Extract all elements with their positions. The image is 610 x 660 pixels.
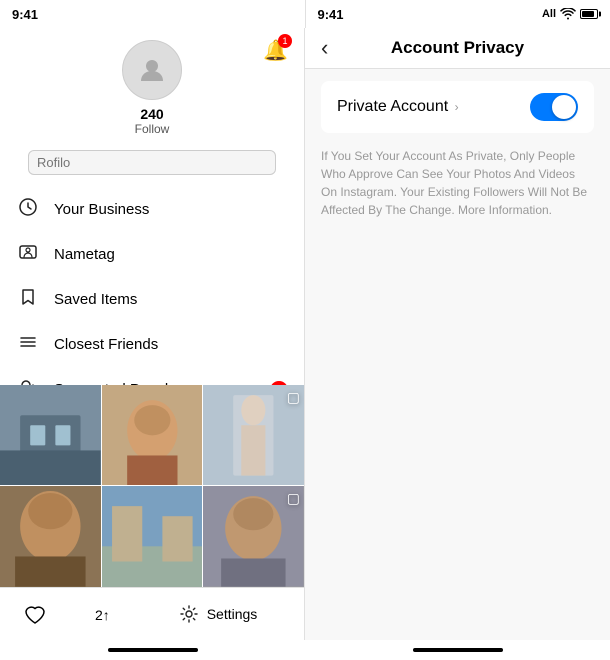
saved-items-label: Saved Items (54, 291, 288, 308)
right-home-bar (413, 648, 503, 652)
nav-item-saved-items[interactable]: Saved Items (0, 277, 304, 322)
nav-item-suggested-people[interactable]: Suggested People 1 (0, 367, 304, 385)
saved-svg-icon (18, 287, 38, 307)
heart-icon (23, 603, 47, 625)
profile-search-input[interactable] (28, 150, 276, 175)
saved-items-icon (16, 287, 40, 312)
activity-tab[interactable]: 2↑ (70, 603, 140, 625)
main-content: 🔔 1 240 Follow (0, 28, 610, 640)
photo-5-img (102, 486, 203, 587)
suggested-svg-icon (18, 377, 38, 385)
right-home-bar-area (305, 640, 610, 660)
nav-item-closest-friends[interactable]: Closest Friends (0, 322, 304, 367)
followers-stat: 240 Follow (135, 106, 170, 136)
toggle-knob (552, 95, 576, 119)
nametag-svg-icon (18, 242, 38, 262)
photo-5[interactable] (102, 486, 203, 587)
photo-2[interactable] (102, 385, 203, 486)
notification-badge: 1 (278, 34, 292, 48)
photo-4-img (0, 486, 101, 587)
profile-area: 🔔 1 240 Follow (0, 28, 304, 144)
like-tab[interactable] (0, 603, 70, 625)
left-time: 9:41 (12, 7, 38, 22)
right-content: Private Account › If You Set Your Accoun… (305, 69, 610, 640)
profile-search-area (0, 144, 304, 183)
status-bars: 9:41 9:41 All (0, 0, 610, 28)
avatar[interactable] (122, 40, 182, 100)
notification-bell[interactable]: 🔔 1 (263, 38, 288, 63)
nametag-icon (16, 242, 40, 267)
private-account-label-group: Private Account › (337, 98, 459, 116)
your-business-label: Your Business (54, 201, 288, 218)
private-account-label: Private Account (337, 98, 448, 115)
nav-item-your-business[interactable]: Your Business (0, 187, 304, 232)
left-home-bar (108, 648, 198, 652)
followers-label: Follow (135, 122, 170, 136)
settings-icon (179, 604, 199, 624)
photo-2-img (102, 385, 203, 486)
nav-item-nametag[interactable]: Nametag (0, 232, 304, 277)
your-business-icon (16, 197, 40, 222)
privacy-description: If You Set Your Account As Private, Only… (321, 143, 594, 219)
photo-1[interactable] (0, 385, 101, 486)
photo-1-img (0, 385, 101, 486)
battery-icon (580, 9, 598, 19)
photo-4[interactable] (0, 486, 101, 587)
profile-stats: 240 Follow (135, 106, 170, 136)
suggested-people-icon (16, 377, 40, 385)
photos-grid: ▢ (0, 385, 304, 587)
photo-6-icon: ▢ (287, 490, 300, 507)
status-bar-left: 9:41 (0, 0, 305, 28)
account-privacy-title: Account Privacy (391, 38, 524, 58)
closest-friends-icon (16, 332, 40, 357)
private-account-chevron: › (455, 100, 459, 114)
left-nav: Your Business Nametag (0, 183, 304, 385)
bottom-tabs-left: 2↑ Settings (0, 587, 304, 640)
activity-icon: 2↑ (93, 603, 117, 625)
svg-text:2↑: 2↑ (95, 607, 110, 623)
left-home-bar-area (0, 640, 305, 660)
private-account-row[interactable]: Private Account › (321, 81, 594, 133)
followers-count: 240 (140, 106, 163, 122)
left-panel: 🔔 1 240 Follow (0, 28, 305, 640)
photo-3-icon: ▢ (287, 389, 300, 406)
photo-3[interactable]: ▢ (203, 385, 304, 486)
settings-nav[interactable]: Settings (140, 596, 304, 632)
business-svg-icon (18, 197, 38, 217)
right-time: 9:41 (318, 7, 344, 22)
nametag-label: Nametag (54, 246, 288, 263)
right-header: ‹ Account Privacy (305, 28, 610, 69)
settings-label: Settings (207, 606, 258, 622)
status-bar-right: 9:41 All (305, 0, 610, 28)
signal-text: All (542, 8, 556, 20)
friends-svg-icon (18, 332, 38, 352)
back-button[interactable]: ‹ (321, 35, 328, 61)
photo-6[interactable]: ▢ (203, 486, 304, 587)
closest-friends-label: Closest Friends (54, 336, 288, 353)
right-panel: ‹ Account Privacy Private Account › If Y… (305, 28, 610, 640)
avatar-icon (137, 55, 167, 85)
bottom-indicators (0, 640, 610, 660)
status-icons: All (542, 8, 598, 20)
wifi-icon (560, 8, 576, 20)
private-account-toggle[interactable] (530, 93, 578, 121)
